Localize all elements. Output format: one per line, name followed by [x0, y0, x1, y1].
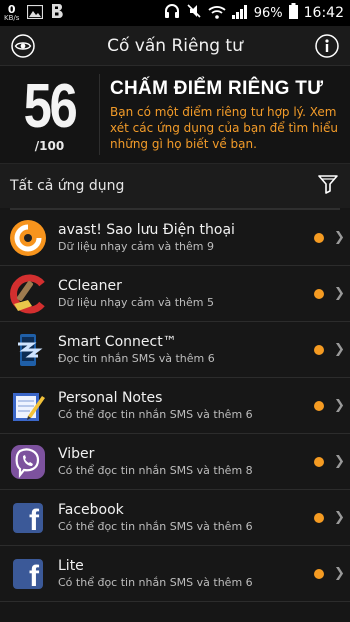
app-list: avast! Sao lưu Điện thoại Dữ liệu nhạy c… [0, 210, 350, 602]
chevron-right-icon: ❯ [334, 454, 345, 469]
score-value: 56 [23, 71, 78, 141]
app-name: Facebook [58, 502, 124, 518]
wifi-icon [208, 4, 226, 23]
b-icon [51, 3, 65, 23]
clock: 16:42 [303, 5, 344, 21]
chevron-right-icon: ❯ [334, 230, 345, 245]
list-item[interactable]: f Lite Có thể đọc tin nhắn SMS và thêm 6… [0, 546, 350, 602]
privacy-score-panel: 56 /100 CHẤM ĐIỂM RIÊNG TƯ Bạn có một đi… [0, 66, 350, 164]
headset-icon [164, 3, 180, 23]
list-item[interactable]: Personal Notes Có thể đọc tin nhắn SMS v… [0, 378, 350, 434]
app-detail: Đọc tin nhắn SMS và thêm 6 [58, 352, 215, 365]
list-item[interactable]: Viber Có thể đọc tin nhắn SMS và thêm 8 … [0, 434, 350, 490]
risk-indicator [314, 288, 324, 299]
app-name: avast! Sao lưu Điện thoại [58, 222, 235, 238]
battery-percent: 96% [253, 5, 283, 21]
mute-icon [186, 3, 202, 23]
risk-indicator [314, 568, 324, 579]
ccleaner-icon [8, 274, 48, 314]
app-name: Smart Connect™ [58, 334, 177, 350]
app-header: Cố vấn Riêng tư [0, 26, 350, 66]
chevron-right-icon: ❯ [334, 286, 345, 301]
app-screen: 0 KB/s 96% 16:42 Cố vấn Riêng tư 56 /100… [0, 0, 350, 622]
risk-indicator [314, 232, 324, 243]
battery-icon [288, 3, 298, 23]
list-item[interactable]: Smart Connect™ Đọc tin nhắn SMS và thêm … [0, 322, 350, 378]
data-speed-indicator: 0 KB/s [4, 4, 19, 22]
notes-icon [8, 386, 48, 426]
chevron-right-icon: ❯ [334, 398, 345, 413]
app-detail: Có thể đọc tin nhắn SMS và thêm 6 [58, 520, 253, 533]
risk-indicator [314, 512, 324, 523]
filter-label[interactable]: Tất cả ứng dụng [10, 178, 124, 194]
risk-indicator [314, 344, 324, 355]
smart-connect-icon [8, 330, 48, 370]
filter-bar: Tất cả ứng dụng [0, 164, 350, 208]
chevron-right-icon: ❯ [334, 510, 345, 525]
score-title: CHẤM ĐIỂM RIÊNG TƯ [110, 78, 324, 99]
score-description: Bạn có một điểm riêng tư hợp lý. Xem xét… [110, 105, 338, 151]
status-bar: 0 KB/s 96% 16:42 [0, 0, 350, 26]
signal-icon [231, 4, 248, 23]
avast-icon [8, 218, 48, 258]
filter-icon[interactable] [318, 174, 338, 198]
facebook-lite-icon: f [8, 554, 48, 594]
app-name: Personal Notes [58, 390, 163, 406]
app-detail: Có thể đọc tin nhắn SMS và thêm 6 [58, 408, 253, 421]
chevron-right-icon: ❯ [334, 342, 345, 357]
risk-indicator [314, 400, 324, 411]
app-detail: Có thể đọc tin nhắn SMS và thêm 8 [58, 464, 253, 477]
info-icon[interactable] [314, 33, 340, 59]
app-detail: Có thể đọc tin nhắn SMS và thêm 6 [58, 576, 253, 589]
list-item[interactable]: f Facebook Có thể đọc tin nhắn SMS và th… [0, 490, 350, 546]
viber-icon [8, 442, 48, 482]
list-item[interactable]: avast! Sao lưu Điện thoại Dữ liệu nhạy c… [0, 210, 350, 266]
app-detail: Dữ liệu nhạy cảm và thêm 9 [58, 240, 214, 253]
app-name: Lite [58, 558, 84, 574]
gallery-icon [27, 4, 44, 23]
app-detail: Dữ liệu nhạy cảm và thêm 5 [58, 296, 214, 309]
facebook-icon: f [8, 498, 48, 538]
eye-icon[interactable] [10, 33, 36, 59]
score-box: 56 /100 [0, 74, 100, 155]
score-max: /100 [34, 138, 65, 153]
risk-indicator [314, 456, 324, 467]
app-name: Viber [58, 446, 95, 462]
data-speed-unit: KB/s [4, 14, 20, 22]
chevron-right-icon: ❯ [334, 566, 345, 581]
page-title: Cố vấn Riêng tư [107, 35, 243, 56]
app-name: CCleaner [58, 278, 122, 294]
list-item[interactable]: CCleaner Dữ liệu nhạy cảm và thêm 5 ❯ [0, 266, 350, 322]
